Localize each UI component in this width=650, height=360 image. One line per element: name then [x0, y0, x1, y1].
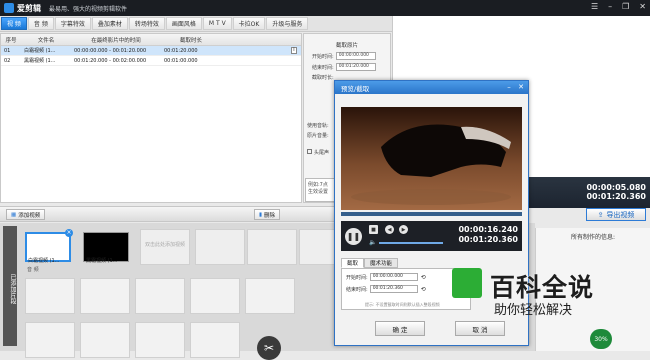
col-index: 序号: [5, 37, 17, 44]
empty-slot[interactable]: [25, 278, 75, 314]
pick-time-icon[interactable]: ⟲: [421, 286, 426, 293]
prev-icon[interactable]: ◀: [385, 225, 394, 234]
title-bar: 爱剪辑 最易用、强大的视频剪辑软件 ☰ – ❐ ✕: [0, 0, 650, 16]
tab-subtitle[interactable]: 字幕特效: [54, 17, 91, 30]
dialog-current-time: 00:00:16.240: [458, 225, 518, 234]
watermark-logo-icon: [452, 268, 482, 298]
dialog-start-input[interactable]: 00:00:00.000: [369, 273, 418, 281]
tab-style[interactable]: 画面风格: [165, 17, 202, 30]
dialog-end-label: 结束时间:: [346, 286, 368, 293]
export-video-button[interactable]: ⇪ 导出视频: [586, 208, 646, 221]
dialog-minimize-icon[interactable]: –: [504, 83, 514, 92]
remove-clip-icon[interactable]: ×: [65, 229, 73, 237]
tab-magic[interactable]: 魔术功能: [364, 258, 399, 268]
start-label: 开始时间:: [312, 53, 334, 60]
dialog-end-input[interactable]: 00:01:20.360: [369, 285, 418, 293]
restore-icon[interactable]: ❐: [622, 2, 629, 11]
video-frame: [341, 107, 522, 210]
clip-label-1: 白霜视频 (1...: [28, 258, 60, 264]
dialog-total-time: 00:01:20.360: [458, 235, 518, 244]
dialog-close-icon[interactable]: ✕: [516, 83, 526, 92]
cancel-button[interactable]: 取 消: [455, 321, 505, 336]
empty-slot[interactable]: [80, 278, 130, 314]
export-icon: ⇪: [597, 210, 604, 219]
ok-button[interactable]: 确 定: [375, 321, 425, 336]
video-list-panel: 序号 文件名 在最终影片中的时间 截取时长 01 白霜视频 (1... 00:0…: [0, 33, 302, 203]
main-total-time: 00:01:20.360: [586, 192, 646, 201]
volume-icon[interactable]: 🔈: [369, 239, 376, 246]
end-label: 结束时间:: [312, 64, 334, 71]
stop-icon[interactable]: ■: [369, 225, 378, 234]
empty-slot[interactable]: [190, 322, 240, 358]
table-header: 序号 文件名 在最终影片中的时间 截取时长: [1, 34, 301, 46]
dialog-title: 预览/截取: [335, 81, 528, 94]
app-slogan: 最易用、强大的视频剪辑软件: [49, 5, 128, 13]
tab-overlay[interactable]: 叠加素材: [91, 17, 128, 30]
tab-upgrade[interactable]: 升级与服务: [266, 17, 309, 30]
pause-icon[interactable]: ❚❚: [345, 228, 362, 245]
dialog-hint: 提示: 不设置截取时间则默认插入整段视频: [365, 302, 440, 307]
empty-slot[interactable]: [195, 229, 245, 265]
settings-hint: 例如:7点 生效设置: [305, 178, 335, 202]
watermark-subtitle: 助你轻松解决: [494, 303, 573, 318]
empty-slot[interactable]: [25, 322, 75, 358]
empty-slot[interactable]: [135, 278, 185, 314]
trash-icon: ▮: [259, 211, 263, 218]
empty-slot[interactable]: [245, 278, 295, 314]
menu-icon[interactable]: ☰: [591, 2, 598, 11]
volume-slider[interactable]: [379, 242, 443, 244]
table-row[interactable]: 02 黑霜视频 (1... 00:01:20.000 - 00:02:00.00…: [1, 56, 301, 66]
scissors-icon[interactable]: ✂: [257, 336, 281, 360]
tab-transition[interactable]: 转场特效: [128, 17, 165, 30]
tab-trim[interactable]: 截取: [341, 258, 365, 268]
end-time-input[interactable]: 00:01:20.000: [335, 63, 376, 71]
app-title: 爱剪辑: [17, 3, 41, 13]
empty-slot[interactable]: [190, 278, 240, 314]
audio-track-label: 音 频: [27, 267, 39, 273]
tab-audio[interactable]: 音 频: [27, 17, 54, 30]
dialog-progress[interactable]: [341, 212, 522, 216]
close-icon[interactable]: ✕: [639, 2, 646, 11]
tab-video[interactable]: 视 频: [1, 17, 27, 30]
dialog-start-label: 开始时间:: [346, 274, 368, 281]
tab-karaoke[interactable]: 卡拉OK: [232, 17, 266, 30]
pick-time-icon[interactable]: ⟲: [421, 274, 426, 281]
col-filename: 文件名: [37, 37, 55, 44]
add-video-button[interactable]: ▦ 添加视频: [6, 209, 46, 220]
clip-label-2: 黑霜视频 (1...: [86, 258, 118, 264]
action-bar: ▦ 添加视频 ▮ 删除: [0, 206, 302, 222]
settings-title: 截取原片: [335, 43, 358, 49]
add-video-placeholder: 双击此处添加视频: [145, 242, 186, 248]
added-clips-tab[interactable]: 已添加片段: [3, 226, 17, 346]
dialog-controls: ❚❚ ■ ◀ ▶ 🔈 00:00:16.240 00:01:20.360: [341, 221, 522, 251]
status-badge: 30%: [590, 329, 612, 349]
minimize-icon[interactable]: –: [608, 2, 612, 11]
empty-slot[interactable]: [80, 322, 130, 358]
app-logo-icon: [4, 3, 14, 13]
col-range: 在最终影片中的时间: [91, 37, 141, 44]
col-duration: 截取时长: [179, 37, 202, 44]
delete-button[interactable]: ▮ 删除: [254, 209, 281, 220]
next-icon[interactable]: ▶: [399, 225, 408, 234]
start-time-input[interactable]: 00:00:00.000: [335, 52, 376, 60]
table-row[interactable]: 01 白霜视频 (1... 00:00:00.000 - 00:01:20.00…: [1, 46, 301, 56]
film-icon: ▦: [11, 211, 17, 218]
info-title: 所有制作的信息:: [570, 234, 616, 241]
duration-label: 截取时长:: [312, 75, 334, 81]
empty-slot[interactable]: [135, 322, 185, 358]
empty-slot[interactable]: [247, 229, 297, 265]
info-icon[interactable]: i: [291, 47, 297, 54]
tab-mtv[interactable]: M T V: [202, 17, 232, 30]
main-current-time: 00:00:05.080: [586, 183, 646, 192]
